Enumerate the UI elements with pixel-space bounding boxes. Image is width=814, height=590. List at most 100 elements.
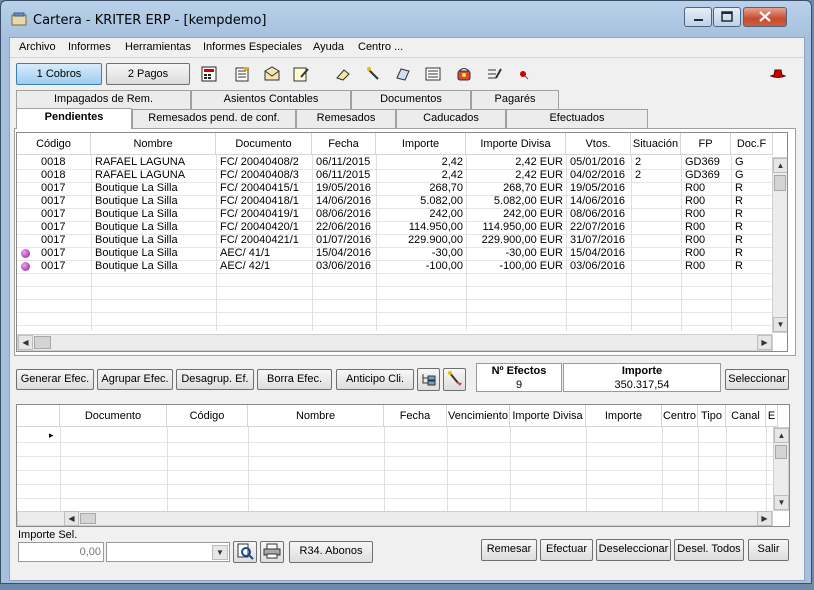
cell-divisa[interactable]: 114.950,00 EUR (466, 221, 563, 234)
form-icon[interactable] (425, 66, 441, 82)
agrupar-efec-button[interactable]: Agrupar Efec. (97, 369, 173, 390)
tab-efectuados[interactable]: Efectuados (506, 109, 648, 128)
tab-asientos[interactable]: Asientos Contables (191, 90, 351, 109)
menu-ayuda[interactable]: Ayuda (313, 41, 344, 53)
cell-situacion[interactable]: 2 (635, 169, 679, 182)
cell-divisa[interactable]: 242,00 EUR (466, 208, 563, 221)
cell-documento[interactable]: AEC/ 41/1 (220, 247, 312, 260)
cobros-button[interactable]: 1 Cobros (16, 63, 102, 85)
generar-efec-button[interactable]: Generar Efec. (16, 369, 94, 390)
cell-documento[interactable]: AEC/ 42/1 (220, 260, 312, 273)
tab-remesados-pend[interactable]: Remesados pend. de conf. (132, 109, 296, 128)
cell-importe[interactable]: 268,70 (376, 182, 463, 195)
col-header-b-canal[interactable]: Canal (726, 405, 766, 427)
checklist-icon[interactable] (486, 66, 502, 82)
pending-hscroll-thumb[interactable] (34, 336, 51, 349)
scroll-right-icon[interactable]: ▶ (757, 511, 772, 526)
cell-documento[interactable]: FC/ 20040419/1 (220, 208, 312, 221)
cell-docf[interactable]: R (735, 234, 771, 247)
cell-docf[interactable]: R (735, 247, 771, 260)
scroll-up-icon[interactable]: ▲ (774, 428, 789, 443)
cell-importe[interactable]: 2,42 (376, 156, 463, 169)
pending-hscrollbar[interactable]: ◀ ▶ (17, 334, 773, 351)
col-header-b-vencimiento[interactable]: Vencimiento (447, 405, 510, 427)
minimize-button[interactable] (684, 7, 712, 27)
cell-documento[interactable]: FC/ 20040420/1 (220, 221, 312, 234)
col-header-importe-divisa[interactable]: Importe Divisa (466, 133, 566, 155)
cell-nombre[interactable]: Boutique La Silla (95, 234, 215, 247)
cell-divisa[interactable]: 229.900,00 EUR (466, 234, 563, 247)
remesar-button[interactable]: Remesar (481, 539, 537, 561)
cell-fp[interactable]: R00 (685, 182, 729, 195)
col-header-documento[interactable]: Documento (216, 133, 312, 155)
col-header-b-importe[interactable]: Importe (586, 405, 662, 427)
scroll-down-icon[interactable]: ▼ (774, 495, 789, 510)
cell-importe[interactable]: -100,00 (376, 260, 463, 273)
cell-fp[interactable]: R00 (685, 247, 729, 260)
cell-importe[interactable]: 242,00 (376, 208, 463, 221)
print-button[interactable] (260, 541, 284, 563)
cell-documento[interactable]: FC/ 20040408/2 (220, 156, 312, 169)
col-header-b-fecha[interactable]: Fecha (384, 405, 447, 427)
col-header-b-documento[interactable]: Documento (60, 405, 167, 427)
cell-divisa[interactable]: 268,70 EUR (466, 182, 563, 195)
cell-importe[interactable]: 5.082,00 (376, 195, 463, 208)
importe-sel-field[interactable]: 0,00 (18, 542, 104, 562)
col-header-codigo[interactable]: Código (17, 133, 91, 155)
red-pin-icon[interactable] (515, 66, 531, 82)
cell-fp[interactable]: GD369 (685, 156, 729, 169)
col-header-b-tipo[interactable]: Tipo (698, 405, 726, 427)
cell-vtos[interactable]: 19/05/2016 (570, 182, 630, 195)
cell-nombre[interactable]: Boutique La Silla (95, 195, 215, 208)
tab-impagados[interactable]: Impagados de Rem. (16, 90, 191, 109)
mail-icon[interactable] (264, 66, 280, 82)
cell-nombre[interactable]: Boutique La Silla (95, 182, 215, 195)
selected-hscroll-thumb[interactable] (80, 513, 96, 524)
scroll-right-icon[interactable]: ▶ (757, 335, 772, 350)
cell-fecha[interactable]: 08/06/2016 (316, 208, 376, 221)
col-header-fp[interactable]: FP (681, 133, 731, 155)
cell-fecha[interactable]: 22/06/2016 (316, 221, 376, 234)
cell-situacion[interactable] (635, 208, 679, 221)
cell-docf[interactable]: R (735, 208, 771, 221)
col-header-fecha[interactable]: Fecha (312, 133, 376, 155)
cell-importe[interactable]: 2,42 (376, 169, 463, 182)
wand-icon[interactable] (365, 66, 381, 82)
cell-codigo[interactable]: 0017 (41, 182, 89, 195)
cell-documento[interactable]: FC/ 20040418/1 (220, 195, 312, 208)
cell-codigo[interactable]: 0017 (41, 260, 89, 273)
r34-abonos-button[interactable]: R34. Abonos (289, 541, 373, 563)
cell-divisa[interactable]: 2,42 EUR (466, 156, 563, 169)
chevron-down-icon[interactable]: ▼ (212, 545, 228, 560)
menu-centro[interactable]: Centro ... (358, 41, 403, 53)
cell-fecha[interactable]: 06/11/2015 (316, 169, 376, 182)
cell-fp[interactable]: R00 (685, 208, 729, 221)
cell-vtos[interactable]: 22/07/2016 (570, 221, 630, 234)
close-button[interactable] (743, 7, 787, 27)
pending-grid[interactable]: Código Nombre Documento Fecha Importe Im… (16, 132, 788, 352)
cell-docf[interactable]: R (735, 195, 771, 208)
document-grid-icon[interactable] (234, 66, 250, 82)
cell-docf[interactable]: R (735, 260, 771, 273)
cell-codigo[interactable]: 0017 (41, 247, 89, 260)
preview-button[interactable] (233, 541, 257, 563)
seleccionar-button[interactable]: Seleccionar (725, 369, 789, 390)
tab-pagares[interactable]: Pagarés (471, 90, 559, 109)
cell-situacion[interactable] (635, 221, 679, 234)
cell-divisa[interactable]: -100,00 EUR (466, 260, 563, 273)
cell-divisa[interactable]: 5.082,00 EUR (466, 195, 563, 208)
cell-codigo[interactable]: 0018 (41, 169, 89, 182)
cell-fecha[interactable]: 06/11/2015 (316, 156, 376, 169)
cell-situacion[interactable] (635, 260, 679, 273)
cell-fp[interactable]: R00 (685, 234, 729, 247)
cell-fp[interactable]: R00 (685, 195, 729, 208)
cell-vtos[interactable]: 03/06/2016 (570, 260, 630, 273)
hat-icon[interactable] (770, 66, 786, 82)
alarm-phone-icon[interactable] (456, 66, 472, 82)
menu-archivo[interactable]: Archivo (19, 41, 56, 53)
cell-documento[interactable]: FC/ 20040415/1 (220, 182, 312, 195)
cell-nombre[interactable]: RAFAEL LAGUNA (95, 156, 215, 169)
tab-documentos[interactable]: Documentos (351, 90, 471, 109)
cell-fecha[interactable]: 03/06/2016 (316, 260, 376, 273)
col-header-b-nombre[interactable]: Nombre (248, 405, 384, 427)
